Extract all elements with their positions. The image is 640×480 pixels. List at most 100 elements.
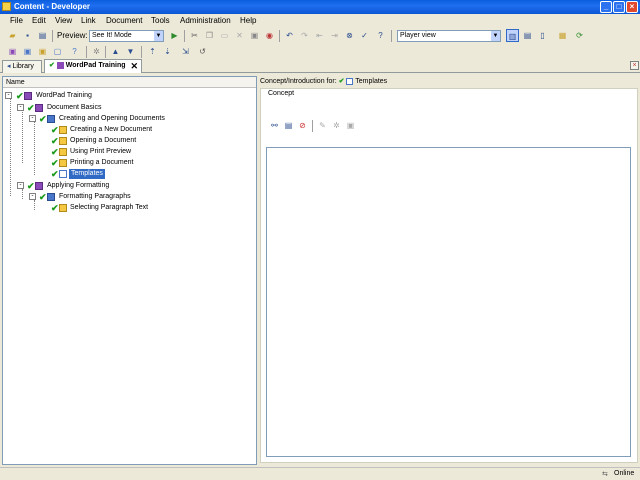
new-book-icon[interactable]: ▣ [6,45,19,58]
move-down-icon[interactable]: ▼ [124,45,137,58]
tree-guide-line [22,110,23,163]
online-icon: ⇆ [602,471,608,478]
close-button[interactable]: × [626,1,638,13]
preview-package-icon[interactable]: ▣ [344,119,357,132]
chevron-down-icon: ▼ [154,31,163,41]
outline-column-header[interactable]: Name [3,77,256,88]
tab-library[interactable]: ◂ Library [2,60,42,73]
layout-single-icon[interactable]: ▥ [506,29,519,42]
remove-link-icon[interactable]: ⊘ [296,119,309,132]
promote-icon[interactable]: ⇡ [146,45,159,58]
topic-icon [59,137,67,145]
menu-administration[interactable]: Administration [180,16,231,25]
view-select[interactable]: Player view ▼ [397,30,501,42]
tree-item-label: Printing a Document [70,159,134,166]
binoculars-icon[interactable]: ⊗ [343,29,356,42]
spellcheck-icon[interactable]: ✓ [358,29,371,42]
link-document-icon[interactable]: ⇲ [179,45,192,58]
mode-select[interactable]: See It! Mode ▼ [89,30,164,42]
concept-content-area[interactable] [266,147,631,457]
menu-help[interactable]: Help [240,16,256,25]
collapse-icon[interactable]: - [29,115,36,122]
concept-group-label: Concept [267,90,296,97]
find-icon[interactable]: ◉ [263,29,276,42]
preview-label: Preview: [57,31,88,40]
concept-group: Concept ⚯ ▤ ⊘ ✎ ✲ ▣ [260,88,638,463]
delete-icon[interactable]: ✕ [233,29,246,42]
tab-wordpad-training[interactable]: ✔ WordPad Training ✕ [44,59,142,73]
check-icon: ✔ [49,62,55,69]
app-icon [2,2,11,11]
refresh-icon[interactable]: ⟳ [573,29,586,42]
chevron-down-icon: ▼ [491,31,500,41]
status-bar: ⇆ Online [0,467,640,480]
indent-icon[interactable]: ⇥ [328,29,341,42]
collapse-icon[interactable]: - [17,182,24,189]
new-section-icon[interactable]: ▣ [21,45,34,58]
minimize-button[interactable]: _ [600,1,612,13]
undo-icon[interactable]: ↶ [283,29,296,42]
collapse-icon[interactable]: - [17,104,24,111]
help-icon[interactable]: ? [374,29,387,42]
question-icon[interactable]: ? [68,45,81,58]
redo-icon[interactable]: ↷ [298,29,311,42]
demote-icon[interactable]: ⇣ [161,45,174,58]
collapse-icon[interactable]: - [29,193,36,200]
properties-icon[interactable]: ▣ [248,29,261,42]
tree-item-label: Selecting Paragraph Text [70,204,149,211]
maximize-button[interactable]: □ [613,1,625,13]
tree-item-label: Templates [69,169,105,179]
play-icon[interactable]: ▶ [168,29,181,42]
check-icon: ✔ [51,169,59,179]
attach-package-icon[interactable]: ▤ [282,119,295,132]
book-icon [35,182,43,190]
link-icon[interactable]: ⚯ [268,119,281,132]
menu-link[interactable]: Link [81,16,96,25]
toolbar-separator [105,46,106,58]
tree-item-label: Opening a Document [70,137,137,144]
link-settings-icon[interactable]: ✲ [330,119,343,132]
menu-tools[interactable]: Tools [151,16,170,25]
outdent-icon[interactable]: ⇤ [313,29,326,42]
document-icon [59,170,67,178]
tree-item-label: Applying Formatting [47,182,110,189]
publish-icon[interactable]: ▦ [556,29,569,42]
library-icon: ◂ [7,63,11,70]
outline-tree: - ✔ WordPad Training - ✔ Document Basics… [3,89,256,464]
settings-icon[interactable]: ✲ [90,45,103,58]
title-bar: Content - Developer _ □ × [0,0,640,14]
menu-document[interactable]: Document [106,16,142,25]
close-tab-icon[interactable]: ✕ [130,60,138,72]
tree-item-label: Document Basics [47,104,102,111]
check-icon: ✔ [27,181,35,191]
menu-view[interactable]: View [55,16,72,25]
menu-file[interactable]: File [10,16,23,25]
new-document-icon[interactable]: ▢ [51,45,64,58]
layout-columns-icon[interactable]: ▯ [536,29,549,42]
mode-select-value: See It! Mode [92,32,132,39]
online-status: Online [614,470,635,477]
close-document-icon[interactable]: × [630,61,639,70]
menu-edit[interactable]: Edit [32,16,46,25]
cut-icon[interactable]: ✂ [188,29,201,42]
check-icon: ✔ [51,125,59,135]
outline-pane: Name - ✔ WordPad Training - ✔ Document B… [2,76,257,465]
collapse-icon[interactable]: - [5,92,12,99]
paste-icon[interactable]: ▭ [218,29,231,42]
document-icon [346,77,354,85]
copy-icon[interactable]: ❐ [203,29,216,42]
toolbar-separator [312,120,313,132]
edit-icon[interactable]: ✎ [316,119,329,132]
layout-split-icon[interactable]: ▤ [521,29,534,42]
document-tabstrip: ◂ Library ✔ WordPad Training ✕ × [0,59,640,73]
book-icon [35,104,43,112]
toolbar-separator [141,46,142,58]
print-icon[interactable]: ▤ [36,29,49,42]
move-up-icon[interactable]: ▲ [109,45,122,58]
topic-icon [59,126,67,134]
open-icon[interactable]: ▰ [6,29,19,42]
new-topic-icon[interactable]: ▣ [36,45,49,58]
save-icon[interactable]: ▪ [21,29,34,42]
check-icon: ✔ [51,136,59,146]
unlink-icon[interactable]: ↺ [196,45,209,58]
